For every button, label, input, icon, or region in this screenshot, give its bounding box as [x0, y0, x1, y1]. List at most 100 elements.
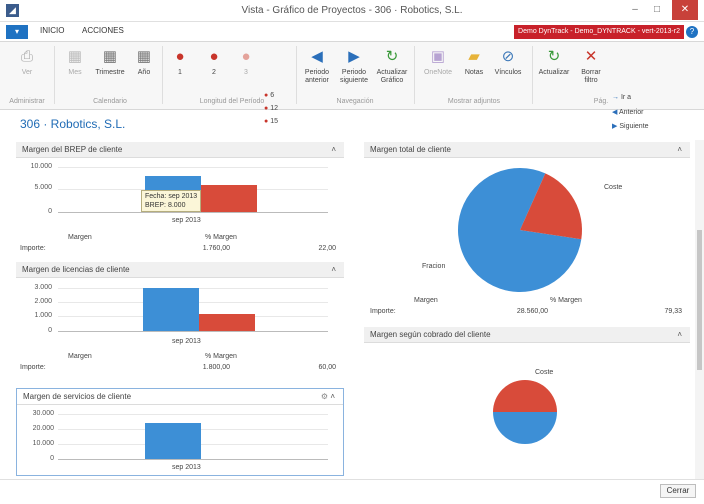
notes-label: Notas: [464, 69, 484, 76]
previous-period-button[interactable]: ◀ Periodo anterior: [300, 48, 334, 85]
next-icon: ▶: [612, 123, 618, 130]
year-button[interactable]: ▦ Año: [132, 48, 156, 77]
vertical-scrollbar[interactable]: [695, 140, 704, 480]
view-button[interactable]: ⎙ Ver: [16, 48, 38, 77]
tab-acciones[interactable]: ACCIONES: [82, 26, 124, 35]
length-15-button[interactable]: ● 15: [264, 118, 278, 125]
onenote-button[interactable]: ▣ OneNote: [422, 48, 454, 77]
tab-inicio[interactable]: INICIO: [40, 26, 64, 35]
summary-col-margen: Margen: [414, 297, 438, 304]
view-icon: ⎙: [20, 48, 33, 65]
panel-header-total[interactable]: Margen total de cliente ˄: [364, 142, 690, 158]
calendar-year-icon: ▦: [136, 48, 152, 65]
summary-value-margen: 1.800,00: [202, 364, 230, 371]
gridline: [58, 167, 328, 168]
length-15-icon: ●: [264, 118, 269, 125]
close-button[interactable]: Cerrar: [660, 484, 696, 498]
panel-header-servicios[interactable]: Margen de servicios de cliente ⚙ ˄: [17, 389, 343, 405]
title-bar: ◢ Vista - Gráfico de Proyectos - 306 · R…: [0, 0, 704, 22]
links-button[interactable]: ⊘ Vínculos: [492, 48, 524, 77]
collapse-icon[interactable]: ˄: [330, 392, 335, 401]
collapse-icon[interactable]: ˄: [677, 327, 682, 343]
length-2-label: 2: [212, 69, 216, 76]
summary-row-label: Importe:: [20, 245, 46, 252]
group-calendario: Calendario: [93, 98, 127, 105]
y-tick-label: 10.000: [30, 163, 52, 170]
refresh-chart-label-2: Gráfico: [380, 77, 404, 84]
x-axis-line: [58, 331, 328, 332]
minimize-button[interactable]: –: [626, 0, 644, 20]
next-button[interactable]: ▶ Siguiente: [612, 122, 649, 130]
refresh-button[interactable]: ↻ Actualizar: [536, 48, 572, 77]
panel-header-brep[interactable]: Margen del BREP de cliente ˄: [16, 142, 344, 158]
footer-divider: [0, 479, 704, 480]
arrow-left-icon: ◀: [311, 48, 323, 65]
gear-icon[interactable]: ⚙: [321, 392, 328, 401]
previous-period-label-1: Periodo: [304, 69, 330, 76]
length-15-label: 15: [270, 118, 278, 125]
panel-title-servicios: Margen de servicios de cliente: [23, 392, 132, 401]
maximize-button[interactable]: □: [648, 0, 666, 20]
close-window-button[interactable]: ✕: [672, 0, 698, 20]
help-icon[interactable]: ?: [686, 26, 698, 38]
previous-label: Anterior: [618, 109, 644, 116]
pie-label-coste: Coste: [604, 184, 623, 191]
length-12-label: 12: [270, 105, 278, 112]
calendar-quarter-icon: ▦: [102, 48, 118, 65]
group-adjuntos: Mostrar adjuntos: [447, 98, 501, 105]
collapse-icon[interactable]: ˄: [331, 142, 336, 158]
length-12-button[interactable]: ● 12: [264, 105, 278, 112]
app-menu-button[interactable]: ▾: [6, 25, 28, 39]
length-1-button[interactable]: ● 1: [172, 48, 188, 77]
clear-filter-button[interactable]: ✕ Borrar filtro: [578, 48, 604, 85]
length-12-icon: ●: [264, 105, 269, 112]
chart-bar[interactable]: [199, 314, 255, 331]
length-1-icon: ●: [175, 48, 185, 65]
settings-collapse-icon[interactable]: ⚙ ˄: [321, 389, 335, 405]
year-label: Año: [137, 69, 151, 76]
quarter-button[interactable]: ▦ Trimestre: [92, 48, 128, 77]
y-tick-label: 0: [48, 208, 52, 215]
length-3-button[interactable]: ● 3: [238, 48, 254, 77]
clear-filter-icon: ✕: [584, 48, 598, 65]
window-title: Vista - Gráfico de Proyectos - 306 · Rob…: [241, 5, 463, 16]
collapse-icon[interactable]: ˄: [331, 262, 336, 278]
tooltip-date: Fecha: sep 2013: [145, 193, 198, 200]
chart-bar[interactable]: [201, 185, 257, 212]
y-tick-label: 1.000: [34, 312, 52, 319]
summary-col-margen: Margen: [68, 234, 92, 241]
ribbon-tabs: ▾ INICIO ACCIONES Demo DynTrack - Demo_D…: [0, 22, 704, 42]
previous-button[interactable]: ◀ Anterior: [612, 108, 643, 116]
notes-icon: ▰: [468, 48, 480, 65]
notes-button[interactable]: ▰ Notas: [462, 48, 486, 77]
ribbon: ⎙ Ver Administrar ▦ Mes ▦ Trimestre ▦ Añ…: [0, 42, 704, 130]
refresh-chart-button[interactable]: ↻ Actualizar Gráfico: [374, 48, 410, 85]
y-tick-label: 20.000: [32, 425, 54, 432]
chart-bar[interactable]: [145, 423, 201, 459]
collapse-icon[interactable]: ˄: [677, 142, 682, 158]
x-axis-line: [58, 459, 328, 460]
group-longitud: Longitud del Período: [199, 98, 265, 105]
length-2-button[interactable]: ● 2: [206, 48, 222, 77]
company-banner: Demo DynTrack - Demo_DYNTRACK - vert-201…: [514, 25, 684, 39]
summary-col-margen: Margen: [68, 353, 92, 360]
panel-header-cobrado[interactable]: Margen según cobrado del cliente ˄: [364, 327, 690, 343]
scrollbar-thumb[interactable]: [697, 230, 702, 370]
gridline: [58, 414, 328, 415]
x-tick-label: sep 2013: [172, 217, 201, 224]
previous-period-label-2: anterior: [305, 77, 329, 84]
quarter-label: Trimestre: [95, 69, 125, 76]
panel-header-licencias[interactable]: Margen de licencias de cliente ˄: [16, 262, 344, 278]
pie-chart-total: [458, 168, 582, 292]
ribbon-separator: [532, 46, 533, 104]
y-tick-label: 0: [50, 455, 54, 462]
pie-label-fracion: Fracion: [422, 263, 446, 270]
pie-slice[interactable]: [493, 380, 557, 412]
pie-slice[interactable]: [493, 412, 557, 444]
y-tick-label: 5.000: [34, 184, 52, 191]
panel-title-cobrado: Margen según cobrado del cliente: [370, 330, 491, 339]
month-button[interactable]: ▦ Mes: [62, 48, 88, 77]
clear-filter-label-1: Borrar: [581, 69, 601, 76]
chart-bar[interactable]: [143, 288, 199, 331]
next-period-button[interactable]: ▶ Periodo siguiente: [336, 48, 372, 85]
